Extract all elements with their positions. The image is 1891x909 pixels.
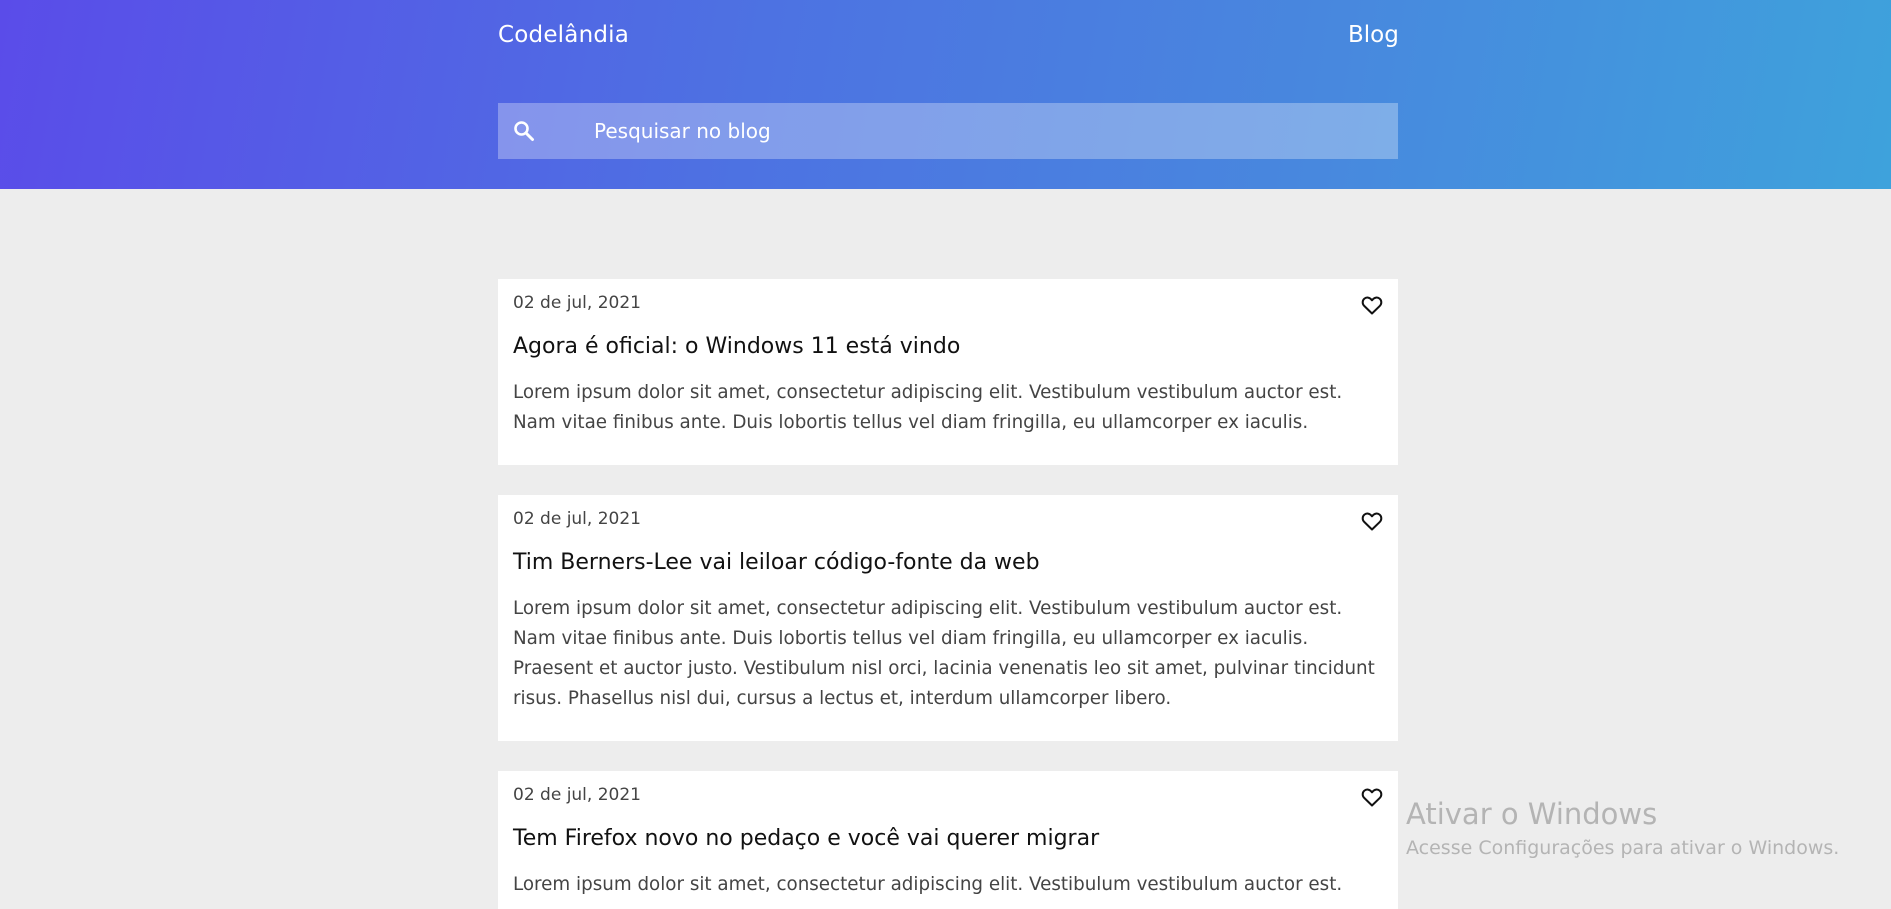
post-card[interactable]: 02 de jul, 2021 Tem Firefox novo no peda… — [498, 771, 1398, 909]
heart-icon[interactable] — [1360, 293, 1384, 317]
post-date: 02 de jul, 2021 — [513, 293, 641, 313]
post-excerpt: Lorem ipsum dolor sit amet, consectetur … — [513, 874, 1343, 895]
heart-icon[interactable] — [1360, 785, 1384, 809]
post-date: 02 de jul, 2021 — [513, 785, 641, 805]
post-title[interactable]: Tem Firefox novo no pedaço e você vai qu… — [513, 826, 1099, 851]
site-logo[interactable]: Codelândia — [498, 22, 629, 48]
search-bar[interactable] — [498, 103, 1398, 159]
post-card[interactable]: 02 de jul, 2021 Tim Berners-Lee vai leil… — [498, 495, 1398, 741]
site-header: Codelândia Blog — [0, 0, 1891, 189]
search-icon[interactable] — [512, 119, 536, 143]
search-input[interactable] — [594, 103, 1374, 159]
post-card[interactable]: 02 de jul, 2021 Agora é oficial: o Windo… — [498, 279, 1398, 465]
post-title[interactable]: Tim Berners-Lee vai leiloar código-fonte… — [513, 550, 1040, 575]
post-excerpt: Lorem ipsum dolor sit amet, consectetur … — [513, 598, 1375, 709]
nav-link-blog[interactable]: Blog — [1348, 22, 1399, 48]
windows-activation-title: Ativar o Windows — [1406, 797, 1658, 831]
windows-activation-subtitle: Acesse Configurações para ativar o Windo… — [1406, 837, 1840, 859]
post-title[interactable]: Agora é oficial: o Windows 11 está vindo — [513, 334, 960, 359]
post-date: 02 de jul, 2021 — [513, 509, 641, 529]
heart-icon[interactable] — [1360, 509, 1384, 533]
post-excerpt: Lorem ipsum dolor sit amet, consectetur … — [513, 382, 1343, 433]
